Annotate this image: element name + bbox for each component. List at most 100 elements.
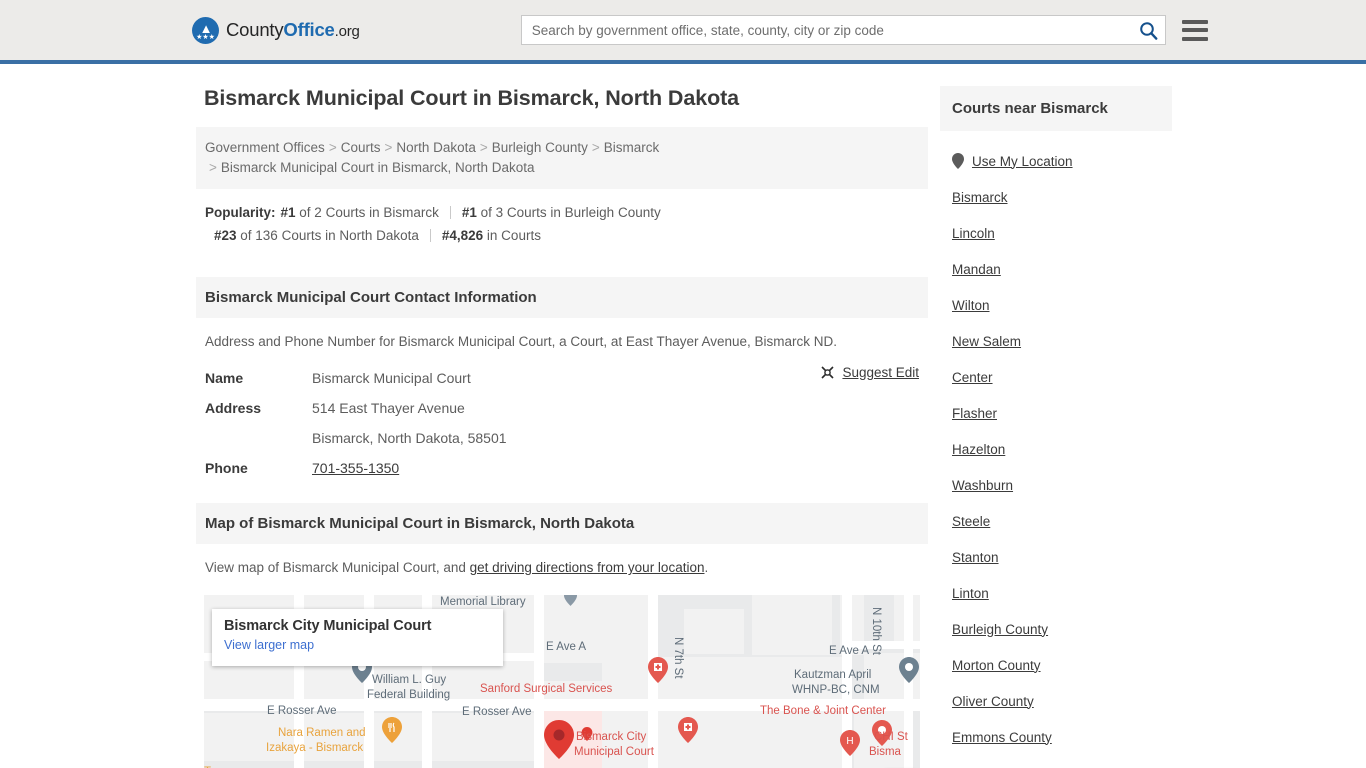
use-my-location-link[interactable]: Use My Location [972, 154, 1073, 169]
contact-value-phone: 701-355-1350 [312, 453, 399, 483]
popularity-row: Popularity: #1 of 2 Courts in Bismarck #1 … [205, 201, 918, 224]
sidebar-item-lincoln[interactable]: Lincoln [952, 215, 1172, 251]
map-label: Municipal Court [574, 746, 654, 758]
sidebar-item-label[interactable]: Lincoln [952, 226, 995, 241]
edit-pencil-icon [821, 366, 835, 379]
map-label: WHNP-BC, CNM [792, 684, 880, 696]
sidebar-item-label[interactable]: Linton [952, 586, 989, 601]
hamburger-bar [1181, 36, 1208, 41]
content-grid: Bismarck Municipal Court in Bismarck, No… [196, 86, 1172, 768]
popularity-rank: #4,826 [441, 228, 484, 243]
sidebar-item-label[interactable]: New Salem [952, 334, 1021, 349]
map-info-card[interactable]: Bismarck City Municipal Court View large… [212, 609, 503, 666]
hamburger-menu-icon[interactable] [1181, 19, 1208, 41]
sidebar-item-label[interactable]: Wilton [952, 298, 990, 313]
sidebar-item-label[interactable]: Washburn [952, 478, 1013, 493]
sidebar-item-label[interactable]: Emmons County [952, 730, 1052, 745]
sidebar-item-label[interactable]: Burleigh County [952, 622, 1048, 637]
popularity-label: Popularity: [205, 205, 276, 220]
sidebar-item-new-salem[interactable]: New Salem [952, 323, 1172, 359]
breadcrumb-separator: > [384, 140, 393, 155]
sidebar-item-center[interactable]: Center [952, 359, 1172, 395]
sidebar-item-hazelton[interactable]: Hazelton [952, 431, 1172, 467]
map-label: Memorial Library [440, 596, 526, 608]
map-pin-small-grey [564, 595, 577, 606]
sidebar-item-label[interactable]: Hazelton [952, 442, 1005, 457]
sidebar-item-label[interactable]: Steele [952, 514, 990, 529]
svg-text:H: H [846, 736, 853, 747]
phone-link[interactable]: 701-355-1350 [312, 460, 399, 476]
contact-row-address-line2: Bismarck, North Dakota, 58501 [205, 423, 919, 453]
sidebar-item-label[interactable]: Stanton [952, 550, 999, 565]
site-logo[interactable]: ▲ ★★★ CountyOffice.org [192, 15, 360, 45]
sidebar-item-label[interactable]: Flasher [952, 406, 997, 421]
breadcrumb-separator: > [591, 140, 600, 155]
map-pin-hospital [678, 717, 698, 743]
logo-text: CountyOffice.org [226, 19, 360, 41]
breadcrumb-item-courts[interactable]: Courts [341, 140, 381, 155]
sidebar-item-label[interactable]: Mandan [952, 262, 1001, 277]
contact-section-heading: Bismarck Municipal Court Contact Informa… [196, 277, 928, 318]
breadcrumb-item-government-offices[interactable]: Government Offices [205, 140, 325, 155]
search-bar [520, 15, 1166, 45]
driving-directions-link[interactable]: get driving directions from your locatio… [470, 560, 705, 575]
sidebar-item-flasher[interactable]: Flasher [952, 395, 1172, 431]
popularity-text: of 3 Courts in Burleigh County [476, 205, 661, 220]
sidebar-item-oliver-county[interactable]: Oliver County [952, 683, 1172, 719]
sidebar-item-mandan[interactable]: Mandan [952, 251, 1172, 287]
sidebar-item-label[interactable]: Bismarck [952, 190, 1008, 205]
map-section-heading: Map of Bismarck Municipal Court in Bisma… [196, 503, 928, 544]
breadcrumb-item-burleigh-county[interactable]: Burleigh County [492, 140, 588, 155]
page-body: Bismarck Municipal Court in Bismarck, No… [0, 64, 1366, 768]
popularity-text: in Courts [483, 228, 541, 243]
popularity-rank: #23 [214, 228, 237, 243]
map-info-card-title: Bismarck City Municipal Court [224, 618, 432, 634]
contact-value: Bismarck, North Dakota, 58501 [312, 430, 507, 446]
main-column: Bismarck Municipal Court in Bismarck, No… [196, 86, 928, 768]
sidebar-item-wilton[interactable]: Wilton [952, 287, 1172, 323]
contact-value: Bismarck Municipal Court [312, 370, 471, 386]
sidebar-item-stanton[interactable]: Stanton [952, 539, 1172, 575]
sidebar-item-linton[interactable]: Linton [952, 575, 1172, 611]
contact-value: 514 East Thayer Avenue [312, 400, 465, 416]
suggest-edit-button[interactable]: Suggest Edit [820, 365, 919, 380]
search-icon[interactable] [1136, 18, 1162, 42]
map-label: E Rosser Ave [267, 705, 337, 717]
hamburger-bar [1181, 28, 1208, 32]
breadcrumb-separator: > [209, 160, 217, 175]
popularity-block: Popularity: #1 of 2 Courts in Bismarck #1 … [196, 189, 928, 257]
map-pin-restaurant [382, 717, 402, 743]
header-inner: ▲ ★★★ CountyOffice.org [0, 0, 1366, 60]
map-label: N 10th St [870, 607, 882, 655]
view-larger-map-link[interactable]: View larger map [224, 638, 491, 652]
embedded-map[interactable]: H Memorial Library E Ave A E Ave A N 7th… [204, 595, 920, 768]
sidebar-item-emmons-county[interactable]: Emmons County [952, 719, 1172, 755]
sidebar-item-bismarck[interactable]: Bismarck [952, 179, 1172, 215]
map-label: Bisma [869, 746, 901, 758]
sidebar-item-label[interactable]: Oliver County [952, 694, 1034, 709]
breadcrumb-item-north-dakota[interactable]: North Dakota [396, 140, 476, 155]
eagle-seal-icon: ▲ ★★★ [192, 16, 219, 44]
sidebar-item-morton-county[interactable]: Morton County [952, 647, 1172, 683]
sidebar-item-burleigh-county[interactable]: Burleigh County [952, 611, 1172, 647]
sidebar-item-label[interactable]: Morton County [952, 658, 1041, 673]
divider [429, 229, 431, 242]
sidebar-item-steele[interactable]: Steele [952, 503, 1172, 539]
popularity-text: of 136 Courts in North Dakota [236, 228, 419, 243]
divider [449, 206, 451, 219]
sidebar-item-use-my-location[interactable]: Use My Location [952, 143, 1172, 179]
map-intro-prefix: View map of Bismarck Municipal Court, an… [205, 560, 470, 575]
map-label: The Bone & Joint Center [760, 705, 886, 717]
map-label: Federal Building [367, 689, 451, 701]
sidebar-item-label[interactable]: Center [952, 370, 993, 385]
map-label: E Ave A [829, 645, 870, 657]
breadcrumb-item-bismarck[interactable]: Bismarck [604, 140, 660, 155]
map-label: Nara Ramen and [278, 727, 366, 739]
map-label: William L. Guy [372, 674, 447, 686]
contact-row-phone: Phone 701-355-1350 [205, 453, 919, 483]
search-input[interactable] [520, 15, 1166, 45]
logo-text-part3: .org [334, 23, 360, 40]
sidebar-list: Use My Location Bismarck Lincoln Mandan Wil… [940, 131, 1172, 755]
map-label: CHI St [874, 731, 908, 743]
sidebar-item-washburn[interactable]: Washburn [952, 467, 1172, 503]
